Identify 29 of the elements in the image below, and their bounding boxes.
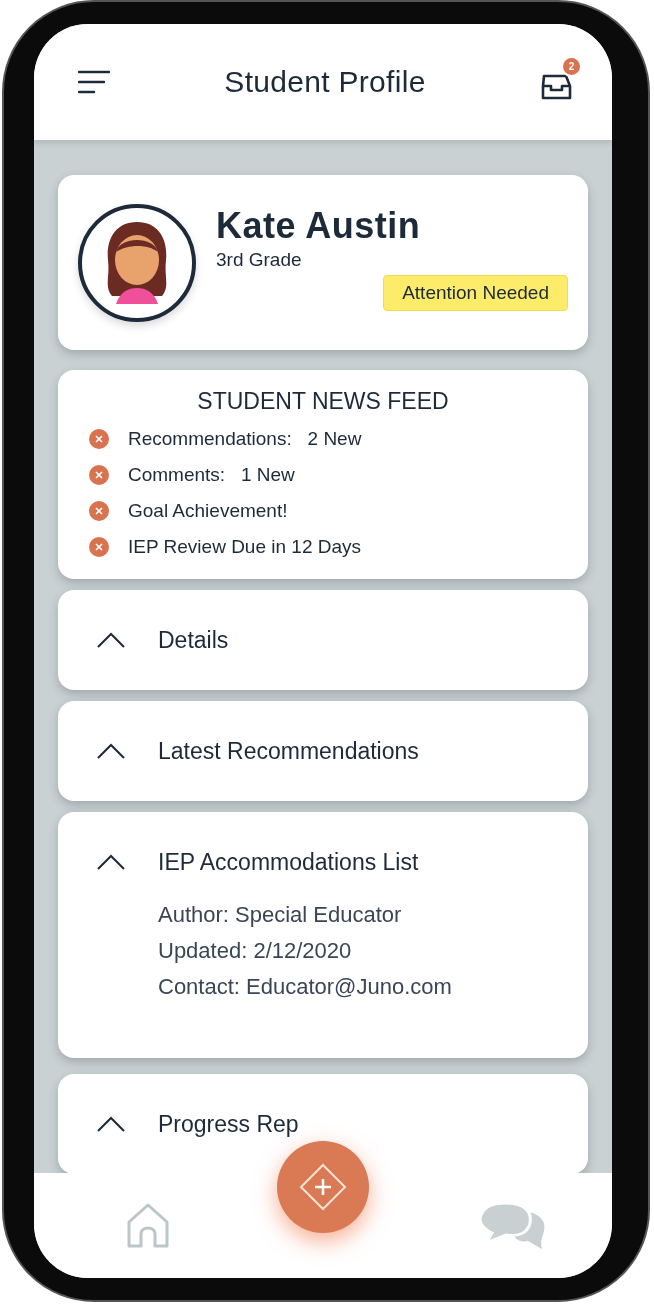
news-item[interactable]: Recommendations: 2 New	[128, 428, 362, 450]
student-name: Kate Austin	[216, 204, 421, 247]
dismiss-icon[interactable]	[88, 536, 110, 558]
section-title[interactable]: IEP Accommodations List	[158, 848, 419, 876]
news-item[interactable]: Goal Achievement!	[128, 500, 288, 522]
dismiss-icon[interactable]	[88, 428, 110, 450]
dismiss-icon[interactable]	[88, 500, 110, 522]
detail-line: Author: Special Educator	[158, 902, 403, 928]
section-title[interactable]: Latest Recommendations	[158, 737, 419, 765]
chevron-up-icon[interactable]	[96, 853, 126, 871]
chevron-up-icon[interactable]	[96, 631, 126, 649]
detail-line: Updated: 2/12/2020	[158, 938, 353, 964]
section-title[interactable]: Progress Rep	[158, 1110, 299, 1138]
plus-icon	[298, 1162, 348, 1212]
chevron-up-icon[interactable]	[96, 742, 126, 760]
screen-title: Student Profile	[224, 65, 426, 99]
news-item[interactable]: Comments: 1 New	[128, 464, 295, 486]
news-item[interactable]: IEP Review Due in 12 Days	[128, 536, 362, 558]
chevron-up-icon[interactable]	[96, 1115, 126, 1133]
status-tag: Attention Needed	[383, 274, 568, 311]
home-icon[interactable]	[126, 1201, 170, 1250]
news-feed-title: STUDENT NEWS FEED	[197, 388, 449, 415]
add-button[interactable]	[277, 1141, 369, 1233]
dismiss-icon[interactable]	[88, 464, 110, 486]
section-title[interactable]: Details	[158, 626, 229, 654]
detail-line: Contact: Educator@Juno.com	[158, 974, 453, 1000]
grade-label: 3rd Grade	[216, 248, 302, 271]
notification-badge: 2	[561, 56, 582, 77]
menu-icon[interactable]	[78, 70, 110, 94]
